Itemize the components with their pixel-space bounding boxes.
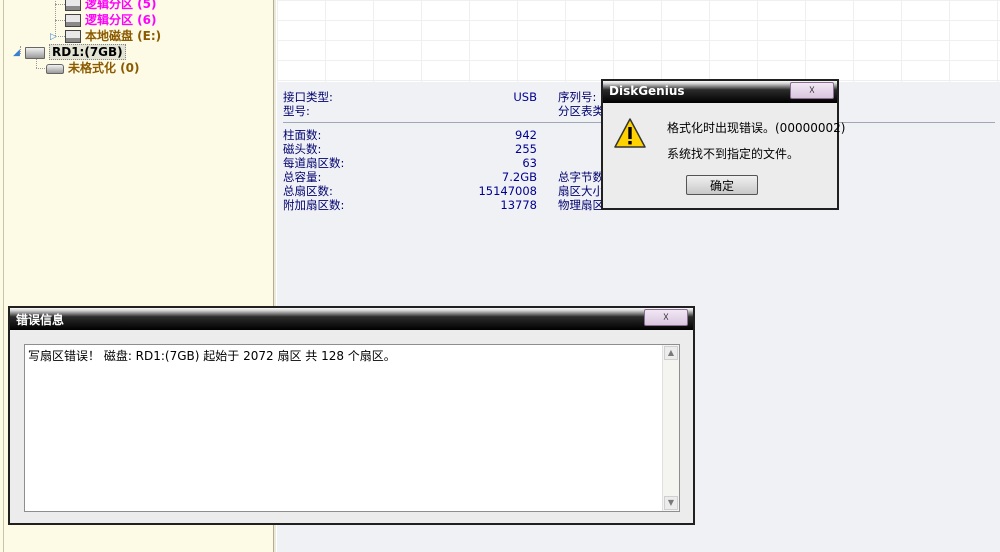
disk-partition-icon [65, 0, 81, 11]
info-label-heads: 磁头数: [283, 142, 322, 156]
info-label-capacity: 总容量: [283, 170, 322, 184]
tree-item-label: 未格式化 (0) [68, 61, 140, 75]
disk-partition-icon [65, 14, 81, 27]
info-value-sectors-per-track: 63 [522, 156, 537, 170]
window-titlebar[interactable]: 错误信息 ☓ [10, 308, 693, 330]
info-label-physical-sector: 物理扇区 [558, 198, 604, 212]
info-label-cylinders: 柱面数: [283, 128, 322, 142]
info-value-heads: 255 [515, 142, 537, 156]
info-label-sector-size: 扇区大小 [558, 184, 604, 198]
tree-item-local-disk-e[interactable]: 本地磁盘 (E:) [65, 28, 161, 44]
expand-arrow-icon[interactable]: ▷ [50, 32, 57, 42]
window-title: 错误信息 [16, 313, 65, 327]
info-value-total-sectors: 15147008 [478, 184, 537, 198]
error-detail: 系统找不到指定的文件。 [667, 147, 800, 161]
tree-item-label: RD1:(7GB) [49, 44, 126, 60]
scroll-down-icon[interactable]: ▼ [664, 496, 678, 510]
diskgenius-error-dialog: DiskGenius ☓ 格式化时出现错误。(00000002) 系统找不到指定… [601, 79, 845, 210]
collapse-arrow-icon[interactable]: ◢ [13, 48, 20, 58]
tree-item-logical-partition-6[interactable]: 逻辑分区 (6) [65, 12, 157, 28]
info-label-model: 型号: [283, 104, 310, 118]
disk-partition-icon [65, 30, 81, 43]
dialog-titlebar[interactable]: DiskGenius ☓ [603, 81, 837, 103]
info-value-extra-sectors: 13778 [500, 198, 537, 212]
info-label-sectors-per-track: 每道扇区数: [283, 156, 345, 170]
info-label-extra-sectors: 附加扇区数: [283, 198, 345, 212]
tree-item-label: 本地磁盘 (E:) [85, 29, 162, 43]
error-message: 格式化时出现错误。(00000002) [667, 121, 846, 135]
tree-item-rd1-disk[interactable]: RD1:(7GB) [25, 44, 126, 60]
ok-button[interactable]: 确定 [686, 175, 758, 195]
warning-icon [614, 118, 646, 148]
close-button[interactable]: ☓ [644, 309, 688, 326]
error-log-textarea[interactable]: 写扇区错误！ 磁盘: RD1:(7GB) 起始于 2072 扇区 共 128 个… [24, 344, 680, 512]
close-button[interactable]: ☓ [790, 82, 834, 99]
info-value-capacity: 7.2GB [501, 170, 537, 184]
dialog-title: DiskGenius [609, 84, 685, 98]
scroll-up-icon[interactable]: ▲ [664, 346, 678, 360]
tree-item-label: 逻辑分区 (6) [85, 13, 157, 27]
info-label-interface: 接口类型: [283, 90, 333, 104]
disk-partition-icon [46, 63, 64, 74]
info-label-serial: 序列号: [558, 90, 597, 104]
hard-disk-icon [25, 46, 45, 59]
error-log-text: 写扇区错误！ 磁盘: RD1:(7GB) 起始于 2072 扇区 共 128 个… [28, 349, 396, 363]
vertical-scrollbar[interactable]: ▲ ▼ [662, 345, 679, 511]
tree-item-unformatted[interactable]: 未格式化 (0) [46, 60, 140, 76]
info-value-interface: USB [513, 90, 537, 104]
error-info-window: 错误信息 ☓ 写扇区错误！ 磁盘: RD1:(7GB) 起始于 2072 扇区 … [8, 306, 695, 525]
sector-grid [277, 0, 1000, 82]
info-value-cylinders: 942 [515, 128, 537, 142]
info-label-partition-table: 分区表类 [558, 104, 604, 118]
info-label-total-sectors: 总扇区数: [283, 184, 333, 198]
info-label-total-bytes: 总字节数 [558, 170, 604, 184]
tree-item-logical-partition-5[interactable]: 逻辑分区 (5) [65, 0, 157, 12]
tree-item-label: 逻辑分区 (5) [85, 0, 157, 11]
